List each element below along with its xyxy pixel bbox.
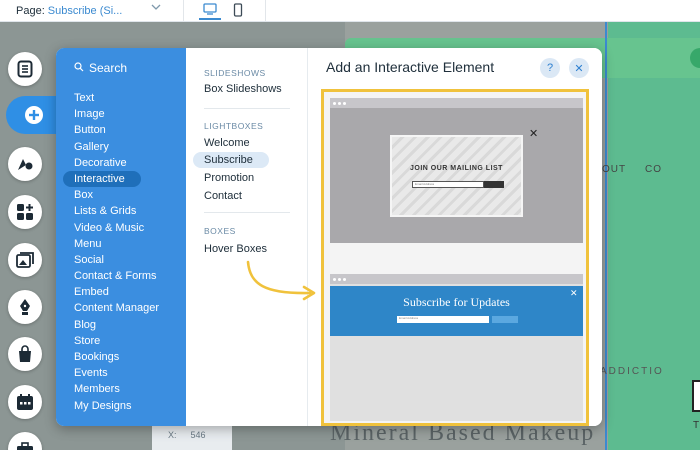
category-item[interactable]: Image <box>63 106 186 122</box>
banner-title: Subscribe for Updates <box>403 295 510 309</box>
category-item[interactable]: Lists & Grids <box>63 203 186 219</box>
lightbox-email-field: Email Address <box>412 181 484 188</box>
close-icon: ✕ <box>570 288 578 298</box>
design-icon[interactable] <box>8 147 42 181</box>
store-bag-icon[interactable] <box>8 337 42 371</box>
browser-bar <box>330 98 583 108</box>
page-value: Subscribe (Si... <box>47 5 123 17</box>
subcategory-item[interactable]: Hover Boxes <box>204 241 267 257</box>
subcategory-item[interactable]: Contact <box>204 188 242 204</box>
blog-pen-icon[interactable] <box>8 290 42 324</box>
preview-title: Add an Interactive Element <box>326 59 495 75</box>
coordinates-readout: X: 546 <box>152 424 232 450</box>
divider <box>204 108 290 109</box>
subcategory-item[interactable]: Welcome <box>204 135 250 151</box>
close-icon: ✕ <box>529 128 539 140</box>
divider <box>204 212 290 213</box>
chevron-down-icon <box>151 0 161 19</box>
category-item[interactable]: Text <box>63 90 186 106</box>
category-item[interactable]: Store <box>63 333 186 349</box>
subcategory-column: SLIDESHOWS Box Slideshows LIGHTBOXES Wel… <box>186 48 308 426</box>
editor-top-bar: Page: Subscribe (Si... <box>0 0 700 22</box>
search-icon <box>74 61 84 75</box>
lightbox-mock: JOIN OUR MAILING LIST Email Address <box>390 135 523 217</box>
divider <box>183 0 184 22</box>
category-item[interactable]: Menu <box>63 236 186 252</box>
close-panel-button[interactable]: ✕ <box>569 58 589 78</box>
category-item[interactable]: Gallery <box>63 139 186 155</box>
page-label: Page: <box>16 5 45 17</box>
coord-label: X: <box>168 430 177 440</box>
banner-email-field: Email Address <box>397 316 489 323</box>
preview-column: Add an Interactive Element ? ✕ JOIN OUR … <box>308 48 602 426</box>
lightbox-preview[interactable]: JOIN OUR MAILING LIST Email Address ✕ <box>330 98 583 243</box>
site-element-box <box>692 380 700 412</box>
help-button[interactable]: ? <box>540 58 560 78</box>
category-item[interactable]: Button <box>63 122 186 138</box>
site-text: T <box>693 420 700 431</box>
search-label: Search <box>89 61 128 75</box>
subcategory-item[interactable]: Box Slideshows <box>204 81 282 97</box>
section-heading: SLIDESHOWS <box>204 68 266 78</box>
category-item[interactable]: Social <box>63 252 186 268</box>
add-icon[interactable] <box>6 96 62 134</box>
banner-preview[interactable]: Subscribe for Updates Email Address ✕ <box>330 274 583 421</box>
category-list: Text Image Button Gallery Decorative Interact… <box>63 90 186 414</box>
category-column: Search Text Image Button Gallery Decorative I… <box>56 48 186 426</box>
category-item[interactable]: Members <box>63 381 186 397</box>
section-heading: BOXES <box>204 226 236 236</box>
subcategory-item-active[interactable]: Subscribe <box>193 152 269 168</box>
category-item[interactable]: My Designs <box>63 398 186 414</box>
mobile-icon[interactable] <box>227 0 249 20</box>
search-box[interactable]: Search <box>74 61 127 75</box>
section-heading: LIGHTBOXES <box>204 121 264 131</box>
annotation-arrow-icon <box>246 260 316 301</box>
site-nav-item: OUT <box>602 164 627 175</box>
desktop-icon[interactable] <box>199 0 221 20</box>
pages-icon[interactable] <box>8 52 42 86</box>
category-item[interactable]: Events <box>63 365 186 381</box>
site-text: ADDICTIO <box>600 366 664 377</box>
add-elements-panel: Search Text Image Button Gallery Decorative I… <box>56 48 602 426</box>
subscribe-banner-mock: Subscribe for Updates Email Address ✕ <box>330 286 583 336</box>
category-item[interactable]: Bookings <box>63 349 186 365</box>
lightbox-title: JOIN OUR MAILING LIST <box>410 165 503 172</box>
lightbox-submit <box>484 181 504 188</box>
ruler-guide-line[interactable] <box>605 22 607 450</box>
preview-highlight-frame: JOIN OUR MAILING LIST Email Address ✕ Su… <box>321 89 589 426</box>
category-item[interactable]: Contact & Forms <box>63 268 186 284</box>
page-selector[interactable]: Page: Subscribe (Si... <box>16 0 161 22</box>
category-item[interactable]: Box <box>63 187 186 203</box>
banner-submit <box>492 316 518 323</box>
site-green-area <box>608 22 700 450</box>
category-item[interactable]: Content Manager <box>63 300 186 316</box>
browser-bar <box>330 274 583 284</box>
apps-icon[interactable] <box>8 195 42 229</box>
category-item[interactable]: Blog <box>63 317 186 333</box>
category-item-active[interactable]: Interactive <box>63 170 141 188</box>
coord-value: 546 <box>190 430 206 440</box>
bookings-calendar-icon[interactable] <box>8 385 42 419</box>
category-item[interactable]: Video & Music <box>63 220 186 236</box>
divider <box>265 0 266 22</box>
category-item[interactable]: Embed <box>63 284 186 300</box>
subcategory-item[interactable]: Promotion <box>204 170 254 186</box>
site-nav-item: CO <box>645 164 662 175</box>
category-item[interactable]: Decorative <box>63 155 186 171</box>
media-icon[interactable] <box>8 243 42 277</box>
